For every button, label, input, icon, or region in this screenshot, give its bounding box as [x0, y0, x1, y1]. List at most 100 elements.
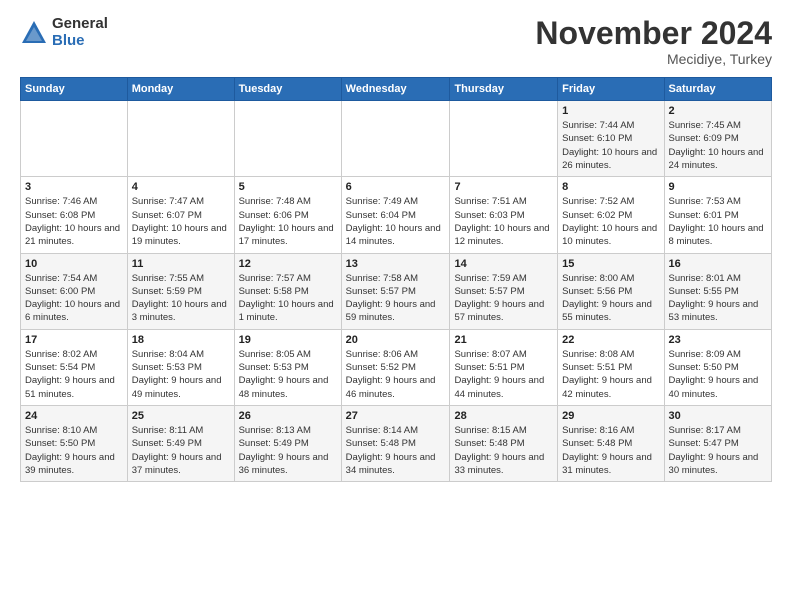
- calendar-cell: 12 Sunrise: 7:57 AM Sunset: 5:58 PM Dayli…: [234, 253, 341, 329]
- day-number: 3: [25, 181, 123, 193]
- day-info: Sunrise: 8:08 AM Sunset: 5:51 PM Dayligh…: [562, 348, 659, 401]
- day-info: Sunrise: 7:46 AM Sunset: 6:08 PM Dayligh…: [25, 195, 123, 248]
- day-info: Sunrise: 8:02 AM Sunset: 5:54 PM Dayligh…: [25, 348, 123, 401]
- day-number: 23: [669, 334, 767, 346]
- day-info: Sunrise: 7:57 AM Sunset: 5:58 PM Dayligh…: [239, 272, 337, 325]
- header: General Blue November 2024 Mecidiye, Tur…: [20, 16, 772, 67]
- calendar-cell: 25 Sunrise: 8:11 AM Sunset: 5:49 PM Dayli…: [127, 405, 234, 481]
- calendar-cell: 16 Sunrise: 8:01 AM Sunset: 5:55 PM Dayli…: [664, 253, 771, 329]
- calendar-cell: 24 Sunrise: 8:10 AM Sunset: 5:50 PM Dayli…: [21, 405, 128, 481]
- logo-blue: Blue: [52, 33, 108, 50]
- day-number: 18: [132, 334, 230, 346]
- calendar-cell: 6 Sunrise: 7:49 AM Sunset: 6:04 PM Daylig…: [341, 177, 450, 253]
- col-header-tuesday: Tuesday: [234, 78, 341, 101]
- day-number: 6: [346, 181, 446, 193]
- day-number: 4: [132, 181, 230, 193]
- logo-general: General: [52, 16, 108, 33]
- calendar-body: 1Sunrise: 7:44 AM Sunset: 6:10 PM Daylig…: [21, 101, 772, 482]
- calendar-cell: 28 Sunrise: 8:15 AM Sunset: 5:48 PM Dayli…: [450, 405, 558, 481]
- calendar-cell: 19 Sunrise: 8:05 AM Sunset: 5:53 PM Dayli…: [234, 329, 341, 405]
- day-info: Sunrise: 7:51 AM Sunset: 6:03 PM Dayligh…: [454, 195, 553, 248]
- day-info: Sunrise: 8:16 AM Sunset: 5:48 PM Dayligh…: [562, 424, 659, 477]
- day-info: Sunrise: 7:45 AM Sunset: 6:09 PM Dayligh…: [669, 119, 767, 172]
- day-number: 11: [132, 258, 230, 270]
- calendar-cell: [341, 101, 450, 177]
- calendar-cell: 22 Sunrise: 8:08 AM Sunset: 5:51 PM Dayli…: [558, 329, 664, 405]
- day-number: 24: [25, 410, 123, 422]
- calendar-cell: 4 Sunrise: 7:47 AM Sunset: 6:07 PM Daylig…: [127, 177, 234, 253]
- day-number: 27: [346, 410, 446, 422]
- day-info: Sunrise: 8:10 AM Sunset: 5:50 PM Dayligh…: [25, 424, 123, 477]
- calendar-cell: 14Sunrise: 7:59 AM Sunset: 5:57 PM Dayli…: [450, 253, 558, 329]
- day-info: Sunrise: 8:17 AM Sunset: 5:47 PM Dayligh…: [669, 424, 767, 477]
- day-number: 22: [562, 334, 659, 346]
- calendar-cell: 3 Sunrise: 7:46 AM Sunset: 6:08 PM Daylig…: [21, 177, 128, 253]
- day-number: 26: [239, 410, 337, 422]
- calendar-cell: [21, 101, 128, 177]
- calendar-cell: 5Sunrise: 7:48 AM Sunset: 6:06 PM Daylig…: [234, 177, 341, 253]
- day-info: Sunrise: 8:13 AM Sunset: 5:49 PM Dayligh…: [239, 424, 337, 477]
- calendar-cell: 21Sunrise: 8:07 AM Sunset: 5:51 PM Dayli…: [450, 329, 558, 405]
- day-number: 16: [669, 258, 767, 270]
- day-info: Sunrise: 8:14 AM Sunset: 5:48 PM Dayligh…: [346, 424, 446, 477]
- calendar-cell: 17Sunrise: 8:02 AM Sunset: 5:54 PM Dayli…: [21, 329, 128, 405]
- calendar-cell: 7Sunrise: 7:51 AM Sunset: 6:03 PM Daylig…: [450, 177, 558, 253]
- calendar-header: SundayMondayTuesdayWednesdayThursdayFrid…: [21, 78, 772, 101]
- day-info: Sunrise: 8:09 AM Sunset: 5:50 PM Dayligh…: [669, 348, 767, 401]
- logo-icon: [20, 19, 48, 47]
- day-number: 29: [562, 410, 659, 422]
- location: Mecidiye, Turkey: [535, 51, 772, 67]
- calendar-row: 24 Sunrise: 8:10 AM Sunset: 5:50 PM Dayli…: [21, 405, 772, 481]
- logo-text: General Blue: [52, 16, 108, 49]
- day-number: 13: [346, 258, 446, 270]
- calendar-cell: 11 Sunrise: 7:55 AM Sunset: 5:59 PM Dayli…: [127, 253, 234, 329]
- calendar-cell: [127, 101, 234, 177]
- day-number: 20: [346, 334, 446, 346]
- day-number: 15: [562, 258, 659, 270]
- day-info: Sunrise: 8:01 AM Sunset: 5:55 PM Dayligh…: [669, 272, 767, 325]
- calendar-cell: 29 Sunrise: 8:16 AM Sunset: 5:48 PM Dayli…: [558, 405, 664, 481]
- calendar-row: 10Sunrise: 7:54 AM Sunset: 6:00 PM Dayli…: [21, 253, 772, 329]
- calendar-cell: 18Sunrise: 8:04 AM Sunset: 5:53 PM Dayli…: [127, 329, 234, 405]
- day-number: 25: [132, 410, 230, 422]
- calendar-cell: 9 Sunrise: 7:53 AM Sunset: 6:01 PM Daylig…: [664, 177, 771, 253]
- col-header-monday: Monday: [127, 78, 234, 101]
- day-number: 30: [669, 410, 767, 422]
- day-info: Sunrise: 8:11 AM Sunset: 5:49 PM Dayligh…: [132, 424, 230, 477]
- logo: General Blue: [20, 16, 108, 49]
- day-number: 10: [25, 258, 123, 270]
- day-info: Sunrise: 7:47 AM Sunset: 6:07 PM Dayligh…: [132, 195, 230, 248]
- day-info: Sunrise: 7:49 AM Sunset: 6:04 PM Dayligh…: [346, 195, 446, 248]
- calendar-row: 17Sunrise: 8:02 AM Sunset: 5:54 PM Dayli…: [21, 329, 772, 405]
- col-header-friday: Friday: [558, 78, 664, 101]
- calendar-cell: [234, 101, 341, 177]
- col-header-sunday: Sunday: [21, 78, 128, 101]
- calendar-cell: 10Sunrise: 7:54 AM Sunset: 6:00 PM Dayli…: [21, 253, 128, 329]
- calendar-cell: 13Sunrise: 7:58 AM Sunset: 5:57 PM Dayli…: [341, 253, 450, 329]
- day-number: 1: [562, 105, 659, 117]
- day-number: 2: [669, 105, 767, 117]
- day-number: 19: [239, 334, 337, 346]
- calendar-cell: 15Sunrise: 8:00 AM Sunset: 5:56 PM Dayli…: [558, 253, 664, 329]
- col-header-wednesday: Wednesday: [341, 78, 450, 101]
- calendar-cell: 23 Sunrise: 8:09 AM Sunset: 5:50 PM Dayli…: [664, 329, 771, 405]
- day-number: 12: [239, 258, 337, 270]
- day-number: 5: [239, 181, 337, 193]
- calendar-cell: 30 Sunrise: 8:17 AM Sunset: 5:47 PM Dayli…: [664, 405, 771, 481]
- col-header-thursday: Thursday: [450, 78, 558, 101]
- day-number: 14: [454, 258, 553, 270]
- day-info: Sunrise: 8:05 AM Sunset: 5:53 PM Dayligh…: [239, 348, 337, 401]
- day-info: Sunrise: 8:15 AM Sunset: 5:48 PM Dayligh…: [454, 424, 553, 477]
- day-info: Sunrise: 7:55 AM Sunset: 5:59 PM Dayligh…: [132, 272, 230, 325]
- col-header-saturday: Saturday: [664, 78, 771, 101]
- day-info: Sunrise: 8:06 AM Sunset: 5:52 PM Dayligh…: [346, 348, 446, 401]
- day-info: Sunrise: 7:53 AM Sunset: 6:01 PM Dayligh…: [669, 195, 767, 248]
- calendar-cell: [450, 101, 558, 177]
- day-number: 28: [454, 410, 553, 422]
- header-row: SundayMondayTuesdayWednesdayThursdayFrid…: [21, 78, 772, 101]
- calendar-row: 1Sunrise: 7:44 AM Sunset: 6:10 PM Daylig…: [21, 101, 772, 177]
- day-number: 9: [669, 181, 767, 193]
- calendar-cell: 26 Sunrise: 8:13 AM Sunset: 5:49 PM Dayli…: [234, 405, 341, 481]
- title-block: November 2024 Mecidiye, Turkey: [535, 16, 772, 67]
- calendar-cell: 1Sunrise: 7:44 AM Sunset: 6:10 PM Daylig…: [558, 101, 664, 177]
